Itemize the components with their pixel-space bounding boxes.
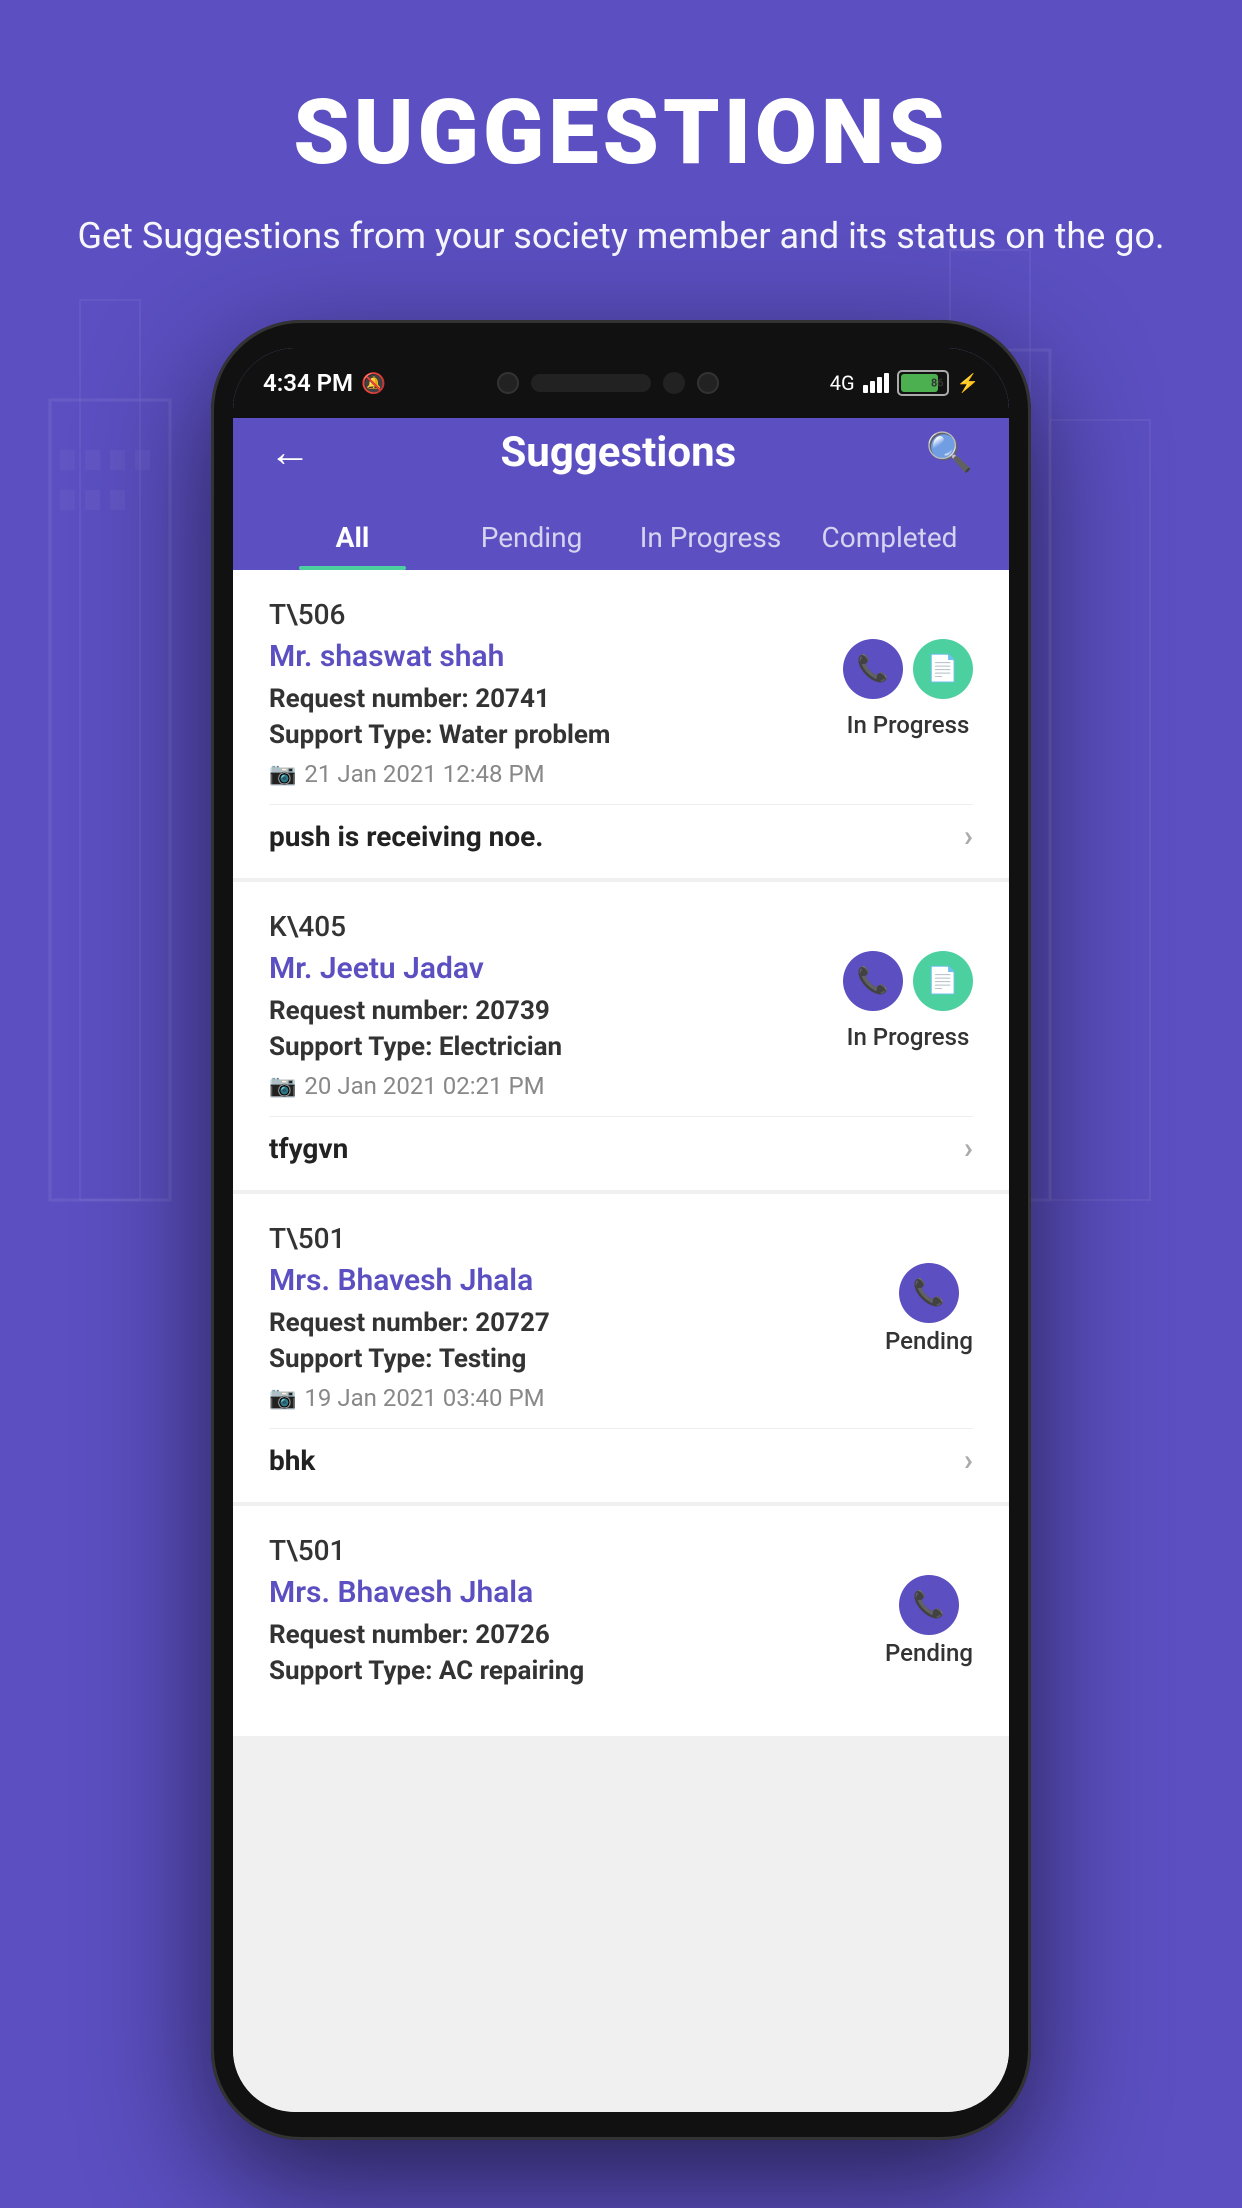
card-actions-4: 📞 Pending	[885, 1575, 973, 1667]
card-info-2: Mr. Jeetu Jadav Request number: 20739 Su…	[269, 951, 843, 1100]
notch-camera	[663, 372, 685, 394]
status-pending-4: Pending	[885, 1639, 973, 1667]
chevron-right-icon-2: ›	[964, 1131, 973, 1166]
card-unit-3: T\501	[269, 1222, 973, 1255]
card-support-2: Support Type: Electrician	[269, 1032, 843, 1062]
chevron-right-icon-3: ›	[964, 1443, 973, 1478]
suggestions-list: T\506 Mr. shaswat shah Request number: 2…	[233, 570, 1009, 2112]
signal-bars	[863, 373, 889, 393]
card-name-2: Mr. Jeetu Jadav	[269, 951, 843, 986]
status-in-progress-1: In Progress	[847, 711, 970, 739]
card-desc-2[interactable]: tfygvn ›	[269, 1116, 973, 1166]
tab-all[interactable]: All	[263, 505, 442, 570]
action-icons-1: 📞 📄	[843, 639, 973, 699]
calendar-icon-3: 📷	[269, 1386, 296, 1411]
back-button[interactable]: ←	[269, 428, 311, 477]
card-actions-2: 📞 📄 In Progress	[843, 951, 973, 1051]
suggestion-card-4[interactable]: T\501 Mrs. Bhavesh Jhala Request number:…	[233, 1506, 1009, 1736]
notch-center	[497, 372, 719, 394]
chevron-right-icon-1: ›	[964, 819, 973, 854]
card-name-1: Mr. shaswat shah	[269, 639, 843, 674]
notch-dot-right	[697, 372, 719, 394]
card-actions-3: 📞 Pending	[885, 1263, 973, 1355]
tab-pending[interactable]: Pending	[442, 505, 621, 570]
call-button-3[interactable]: 📞	[899, 1263, 959, 1323]
card-top-3: Mrs. Bhavesh Jhala Request number: 20727…	[269, 1263, 973, 1412]
card-support-3: Support Type: Testing	[269, 1344, 885, 1374]
card-unit-4: T\501	[269, 1534, 973, 1567]
card-request-3: Request number: 20727	[269, 1308, 885, 1338]
calendar-icon-2: 📷	[269, 1074, 296, 1099]
action-icons-2: 📞 📄	[843, 951, 973, 1011]
charging-icon: ⚡	[957, 373, 979, 394]
card-info-1: Mr. shaswat shah Request number: 20741 S…	[269, 639, 843, 788]
card-info-4: Mrs. Bhavesh Jhala Request number: 20726…	[269, 1575, 885, 1696]
notch-speaker	[531, 374, 651, 392]
card-top-4: Mrs. Bhavesh Jhala Request number: 20726…	[269, 1575, 973, 1696]
card-unit-1: T\506	[269, 598, 973, 631]
card-top-1: Mr. shaswat shah Request number: 20741 S…	[269, 639, 973, 788]
card-date-1: 📷 21 Jan 2021 12:48 PM	[269, 760, 843, 788]
card-name-3: Mrs. Bhavesh Jhala	[269, 1263, 885, 1298]
card-request-4: Request number: 20726	[269, 1620, 885, 1650]
card-desc-3[interactable]: bhk ›	[269, 1428, 973, 1478]
calendar-icon-1: 📷	[269, 762, 296, 787]
suggestion-card-3[interactable]: T\501 Mrs. Bhavesh Jhala Request number:…	[233, 1194, 1009, 1502]
notch-dot-left	[497, 372, 519, 394]
promo-subtitle: Get Suggestions from your society member…	[60, 209, 1182, 263]
card-unit-2: K\405	[269, 910, 973, 943]
phone-frame: 4:34 PM 🔕 4G 86	[211, 320, 1031, 2140]
card-request-1: Request number: 20741	[269, 684, 843, 714]
call-button-4[interactable]: 📞	[899, 1575, 959, 1635]
tab-completed[interactable]: Completed	[800, 505, 979, 570]
phone-mockup: 4:34 PM 🔕 4G 86	[211, 320, 1031, 2140]
search-icon[interactable]: 🔍	[926, 431, 973, 475]
tab-in-progress[interactable]: In Progress	[621, 505, 800, 570]
doc-button-1[interactable]: 📄	[913, 639, 973, 699]
card-name-4: Mrs. Bhavesh Jhala	[269, 1575, 885, 1610]
doc-button-2[interactable]: 📄	[913, 951, 973, 1011]
action-pending-3: 📞 Pending	[885, 1263, 973, 1355]
phone-notch: 4:34 PM 🔕 4G 86	[233, 348, 1009, 418]
card-actions-1: 📞 📄 In Progress	[843, 639, 973, 739]
suggestion-card-1[interactable]: T\506 Mr. shaswat shah Request number: 2…	[233, 570, 1009, 878]
call-button-1[interactable]: 📞	[843, 639, 903, 699]
card-support-1: Support Type: Water problem	[269, 720, 843, 750]
promo-section: SUGGESTIONS Get Suggestions from your so…	[0, 0, 1242, 323]
promo-title: SUGGESTIONS	[60, 80, 1182, 185]
battery-icon: 86	[897, 370, 949, 396]
suggestion-card-2[interactable]: K\405 Mr. Jeetu Jadav Request number: 20…	[233, 882, 1009, 1190]
network-label: 4G	[830, 371, 855, 395]
battery-percent: 86	[931, 377, 944, 390]
card-date-3: 📷 19 Jan 2021 03:40 PM	[269, 1384, 885, 1412]
screen-title: Suggestions	[500, 428, 736, 477]
card-top-2: Mr. Jeetu Jadav Request number: 20739 Su…	[269, 951, 973, 1100]
action-pending-4: 📞 Pending	[885, 1575, 973, 1667]
status-time: 4:34 PM 🔕	[263, 369, 386, 397]
call-button-2[interactable]: 📞	[843, 951, 903, 1011]
status-pending-3: Pending	[885, 1327, 973, 1355]
status-in-progress-2: In Progress	[847, 1023, 970, 1051]
card-support-4: Support Type: AC repairing	[269, 1656, 885, 1686]
phone-screen: ← Suggestions 🔍 All Pending In Progress …	[233, 348, 1009, 2112]
card-request-2: Request number: 20739	[269, 996, 843, 1026]
status-indicators: 4G 86 ⚡	[830, 370, 979, 396]
card-desc-1[interactable]: push is receiving noe. ›	[269, 804, 973, 854]
card-date-2: 📷 20 Jan 2021 02:21 PM	[269, 1072, 843, 1100]
card-info-3: Mrs. Bhavesh Jhala Request number: 20727…	[269, 1263, 885, 1412]
tabs-bar: All Pending In Progress Completed	[233, 477, 1009, 570]
